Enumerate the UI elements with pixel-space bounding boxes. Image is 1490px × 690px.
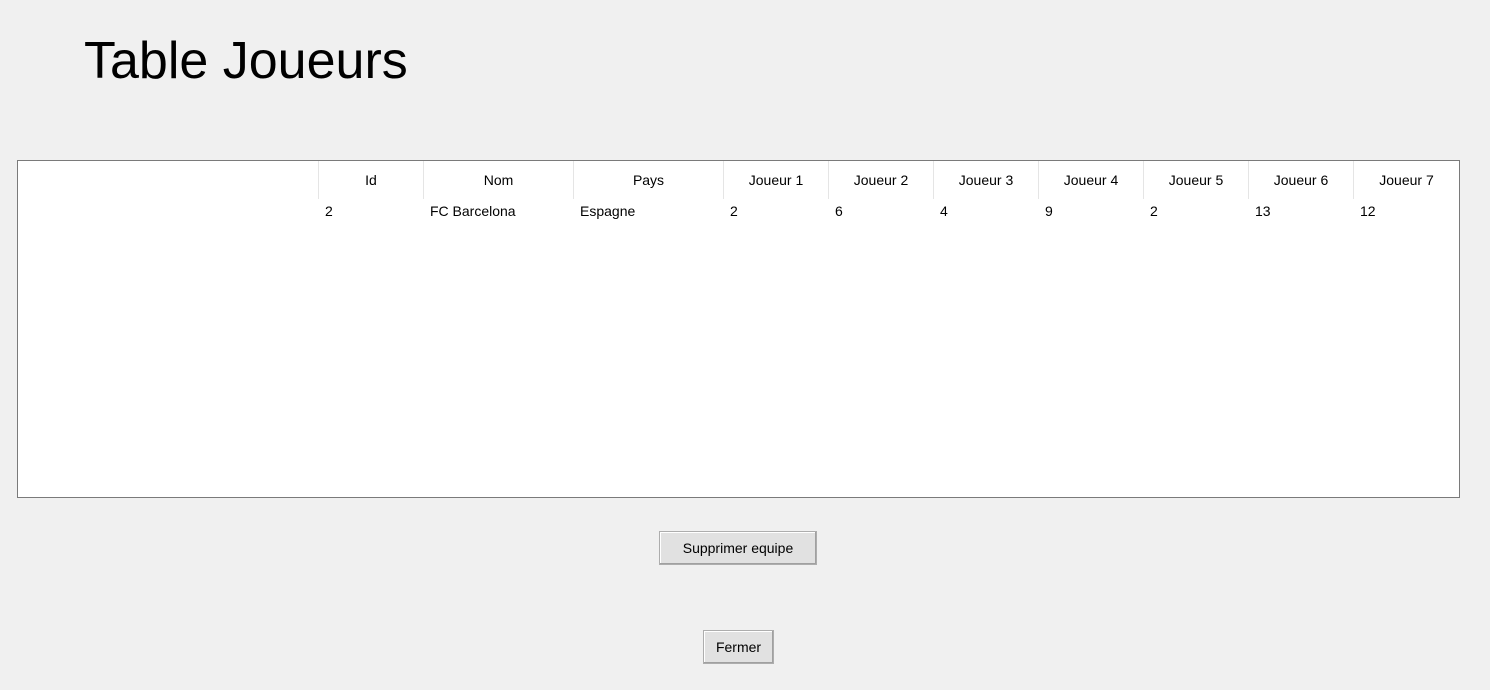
row-cell-tree [18, 199, 318, 223]
column-header-joueur-7[interactable]: Joueur 7 [1353, 161, 1459, 199]
table-row[interactable]: 2 FC Barcelona Espagne 2 6 4 9 2 13 12 [18, 199, 1459, 223]
column-header-joueur-4[interactable]: Joueur 4 [1038, 161, 1143, 199]
row-cell-joueur-3: 4 [940, 203, 948, 219]
column-header-pays[interactable]: Pays [573, 161, 723, 199]
column-header-joueur-5[interactable]: Joueur 5 [1143, 161, 1248, 199]
column-header-joueur-6[interactable]: Joueur 6 [1248, 161, 1353, 199]
column-header-joueur-1[interactable]: Joueur 1 [723, 161, 828, 199]
row-cell-joueur-1: 2 [730, 203, 738, 219]
column-header-joueur-3[interactable]: Joueur 3 [933, 161, 1038, 199]
column-header-id[interactable]: Id [318, 161, 423, 199]
table-header: Id Nom Pays Joueur 1 Joueur 2 Joueur 3 J… [18, 161, 1459, 199]
row-cell-joueur-4: 9 [1045, 203, 1053, 219]
row-cell-joueur-5: 2 [1150, 203, 1158, 219]
column-header-tree[interactable] [18, 161, 318, 199]
row-cell-joueur-2: 6 [835, 203, 843, 219]
app-window: Table Joueurs Id Nom Pays Joueur 1 Joueu… [0, 0, 1490, 690]
row-cell-id: 2 [325, 203, 333, 219]
column-header-joueur-2[interactable]: Joueur 2 [828, 161, 933, 199]
row-cell-nom: FC Barcelona [430, 203, 516, 219]
teams-table[interactable]: Id Nom Pays Joueur 1 Joueur 2 Joueur 3 J… [17, 160, 1460, 498]
delete-team-button[interactable]: Supprimer equipe [659, 531, 817, 565]
row-cell-pays: Espagne [580, 203, 636, 219]
row-cell-joueur-6: 13 [1255, 203, 1271, 219]
row-cell-joueur-7: 12 [1360, 203, 1376, 219]
column-header-nom[interactable]: Nom [423, 161, 573, 199]
page-title: Table Joueurs [84, 32, 408, 90]
close-button[interactable]: Fermer [703, 630, 774, 664]
